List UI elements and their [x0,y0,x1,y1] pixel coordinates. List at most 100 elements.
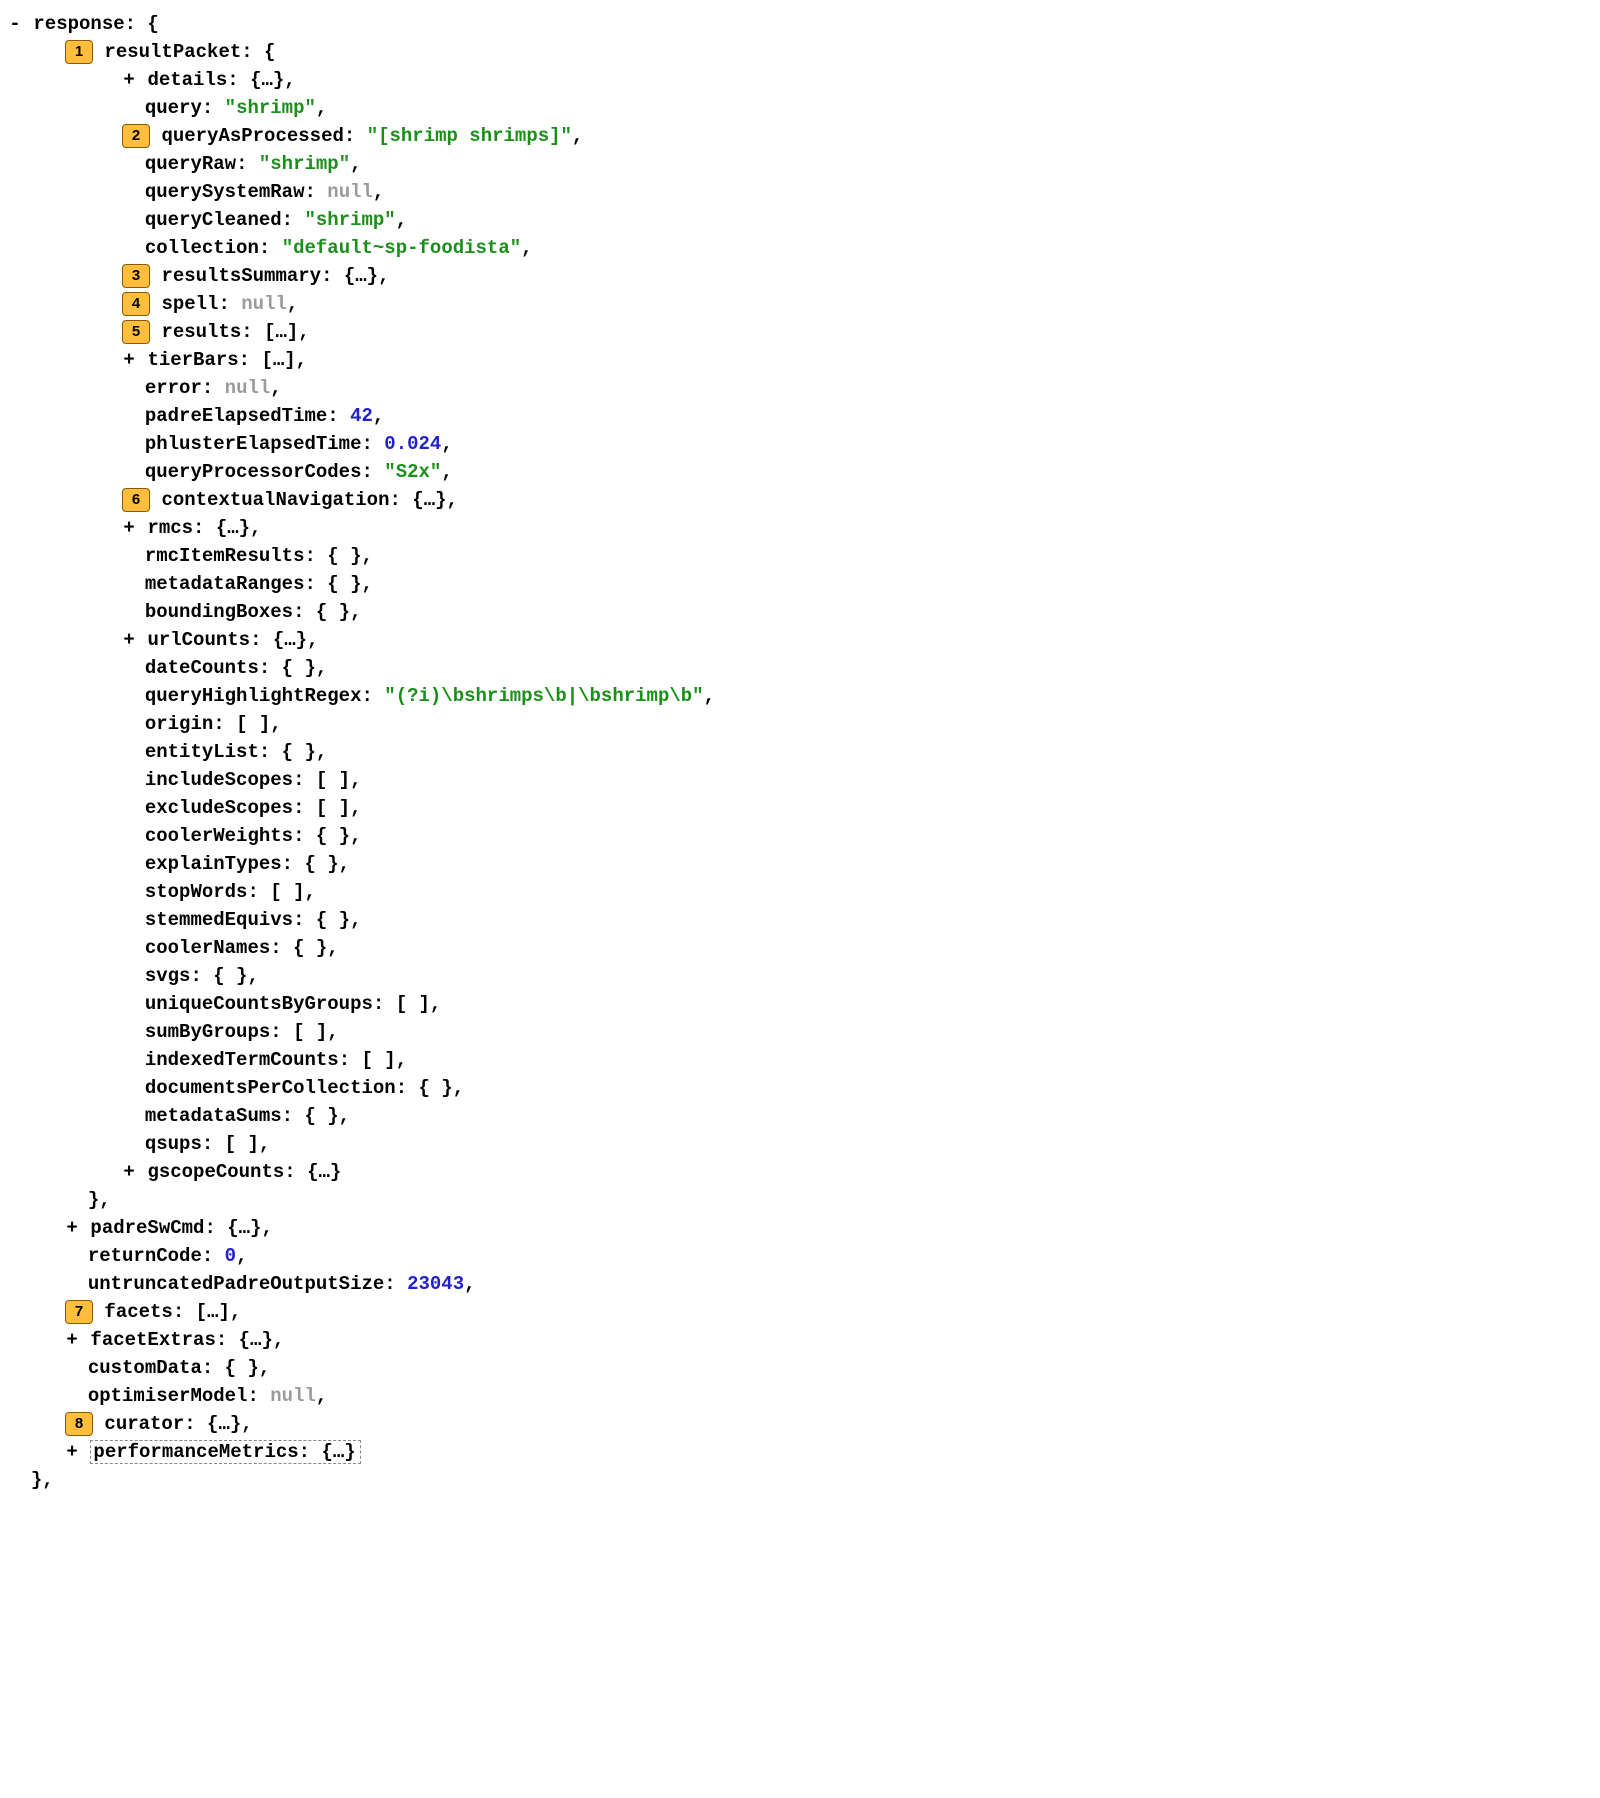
json-row-dateCounts: dateCounts: { }, [8,654,1592,682]
json-row-documentsPerCollection: documentsPerCollection: { }, [8,1074,1592,1102]
json-row-urlCounts[interactable]: + urlCounts: {…}, [8,626,1592,654]
json-string: "shrimp" [259,153,350,175]
json-key: queryHighlightRegex [145,685,362,707]
json-key: metadataSums [145,1105,282,1127]
json-key: queryRaw [145,153,236,175]
json-string: "S2x" [384,461,441,483]
json-key: padreSwCmd [90,1217,204,1239]
json-row-customData: customData: { }, [8,1354,1592,1382]
json-key: optimiserModel [88,1385,248,1407]
json-row-stopWords: stopWords: [ ], [8,878,1592,906]
json-key: explainTypes [145,853,282,875]
json-row-performanceMetrics[interactable]: + performanceMetrics: {…} [8,1438,1592,1466]
json-row-origin: origin: [ ], [8,710,1592,738]
callout-badge[interactable]: 4 [122,292,150,316]
json-row-rmcs[interactable]: + rmcs: {…}, [8,514,1592,542]
json-key: includeScopes [145,769,293,791]
callout-badge[interactable]: 8 [65,1412,93,1436]
json-key: uniqueCountsByGroups [145,993,373,1015]
json-key: boundingBoxes [145,601,293,623]
json-key: stemmedEquivs [145,909,293,931]
json-row-padreSwCmd[interactable]: + padreSwCmd: {…}, [8,1214,1592,1242]
json-key: returnCode [88,1245,202,1267]
json-key: facets [104,1301,172,1323]
json-row: }, [8,1186,1592,1214]
toggle-+[interactable]: + [122,1158,136,1186]
json-row-error: error: null, [8,374,1592,402]
json-key: stopWords [145,881,248,903]
json-key: untruncatedPadreOutputSize [88,1273,384,1295]
callout-badge[interactable]: 1 [65,40,93,64]
json-null: null [327,181,373,203]
callout-badge[interactable]: 6 [122,488,150,512]
json-row-returnCode: returnCode: 0, [8,1242,1592,1270]
json-string: "[shrimp shrimps]" [367,125,572,147]
toggle-+[interactable]: + [65,1326,79,1354]
json-row-stemmedEquivs: stemmedEquivs: { }, [8,906,1592,934]
json-key: svgs [145,965,191,987]
json-key: excludeScopes [145,797,293,819]
json-key: queryCleaned [145,209,282,231]
toggle-+[interactable]: + [122,346,136,374]
json-string: "default~sp-foodista" [282,237,521,259]
json-row-queryRaw: queryRaw: "shrimp", [8,150,1592,178]
json-key: qsups [145,1133,202,1155]
json-key: rmcItemResults [145,545,305,567]
callout-badge[interactable]: 5 [122,320,150,344]
json-key: spell [161,293,218,315]
json-row-resultPacket[interactable]: 1 resultPacket: { [8,38,1592,66]
toggle-+[interactable]: + [122,626,136,654]
json-row-gscopeCounts[interactable]: + gscopeCounts: {…} [8,1158,1592,1186]
json-row-tierBars[interactable]: + tierBars: […], [8,346,1592,374]
json-row-sumByGroups: sumByGroups: [ ], [8,1018,1592,1046]
json-row-queryAsProcessed[interactable]: 2 queryAsProcessed: "[shrimp shrimps]", [8,122,1592,150]
json-key: urlCounts [147,629,250,651]
json-row-coolerWeights: coolerWeights: { }, [8,822,1592,850]
json-number: 0.024 [384,433,441,455]
json-key: entityList [145,741,259,763]
json-key: sumByGroups [145,1021,270,1043]
json-key: coolerNames [145,937,270,959]
callout-badge[interactable]: 2 [122,124,150,148]
json-row: }, [8,1466,1592,1494]
json-row-contextualNavigation[interactable]: 6 contextualNavigation: {…}, [8,486,1592,514]
json-row-querySystemRaw: querySystemRaw: null, [8,178,1592,206]
json-row-spell[interactable]: 4 spell: null, [8,290,1592,318]
json-null: null [241,293,287,315]
callout-badge[interactable]: 7 [65,1300,93,1324]
json-key: padreElapsedTime [145,405,327,427]
json-row-untruncatedPadreOutputSize: untruncatedPadreOutputSize: 23043, [8,1270,1592,1298]
json-key: gscopeCounts [147,1161,284,1183]
json-key: results [161,321,241,343]
json-row-padreElapsedTime: padreElapsedTime: 42, [8,402,1592,430]
toggle--[interactable]: - [8,10,22,38]
toggle-+[interactable]: + [122,66,136,94]
json-key: rmcs [147,517,193,539]
json-row-queryProcessorCodes: queryProcessorCodes: "S2x", [8,458,1592,486]
json-row-curator[interactable]: 8 curator: {…}, [8,1410,1592,1438]
json-key: queryProcessorCodes [145,461,362,483]
json-row-qsups: qsups: [ ], [8,1130,1592,1158]
json-key: documentsPerCollection [145,1077,396,1099]
callout-badge[interactable]: 3 [122,264,150,288]
json-null: null [270,1385,316,1407]
json-row-facets[interactable]: 7 facets: […], [8,1298,1592,1326]
toggle-+[interactable]: + [122,514,136,542]
json-row-explainTypes: explainTypes: { }, [8,850,1592,878]
json-row-facetExtras[interactable]: + facetExtras: {…}, [8,1326,1592,1354]
json-row-excludeScopes: excludeScopes: [ ], [8,794,1592,822]
json-row-collection: collection: "default~sp-foodista", [8,234,1592,262]
json-row-details[interactable]: + details: {…}, [8,66,1592,94]
toggle-+[interactable]: + [65,1438,79,1466]
toggle-+[interactable]: + [65,1214,79,1242]
json-row-includeScopes: includeScopes: [ ], [8,766,1592,794]
json-key: details [147,69,227,91]
json-key: curator [104,1413,184,1435]
json-row-response[interactable]: - response: { [8,10,1592,38]
json-row-results[interactable]: 5 results: […], [8,318,1592,346]
json-key: collection [145,237,259,259]
json-string: "(?i)\bshrimps\b|\bshrimp\b" [384,685,703,707]
json-row-resultsSummary[interactable]: 3 resultsSummary: {…}, [8,262,1592,290]
json-key: contextualNavigation [161,489,389,511]
json-row-svgs: svgs: { }, [8,962,1592,990]
